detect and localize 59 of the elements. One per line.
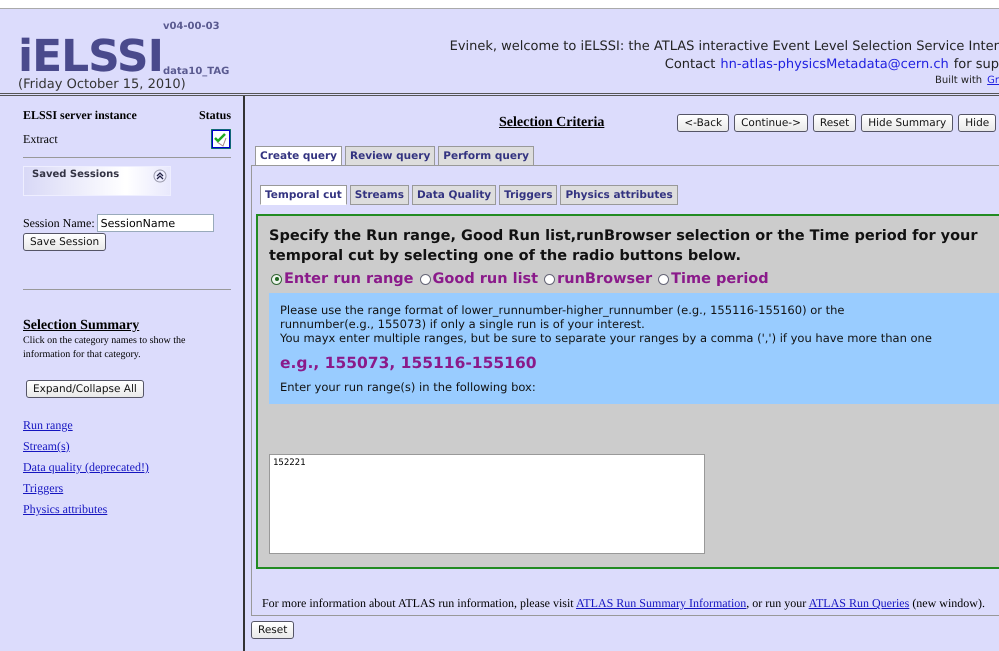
built-with-link[interactable]: Gr bbox=[987, 75, 999, 86]
radio-button[interactable] bbox=[658, 274, 670, 284]
query-tab[interactable]: Review query bbox=[345, 146, 436, 166]
built-with-label: Built with bbox=[935, 75, 982, 86]
query-tab[interactable]: Perform query bbox=[438, 146, 534, 166]
session-name-field[interactable]: SessionName bbox=[96, 214, 214, 232]
info-text: Please use the range format of lower_runnumber-higher_runnumber (e.g., 155116-155160) or the runnumber(e.g., 155073) if only a single run is of your interest. bbox=[280, 303, 846, 331]
category-link[interactable]: Stream(s) bbox=[23, 439, 231, 454]
selection-summary-heading: Selection Summary bbox=[23, 318, 140, 334]
saved-sessions-title: Saved Sessions bbox=[32, 169, 120, 182]
contact-suffix: for sup bbox=[954, 57, 999, 72]
contact-email-link[interactable]: hn-atlas-physicsMetadata@cern.ch bbox=[720, 57, 949, 72]
radio-button[interactable] bbox=[271, 274, 282, 284]
selection-criteria-title: Selection Criteria bbox=[499, 115, 604, 131]
nav-button[interactable]: Hide Summary bbox=[861, 114, 954, 132]
status-heading: Status bbox=[198, 108, 231, 123]
criteria-tab[interactable]: Triggers bbox=[499, 185, 558, 205]
radio-label[interactable]: Good run list bbox=[432, 271, 538, 287]
criteria-tab[interactable]: Streams bbox=[350, 185, 409, 205]
nav-button[interactable]: Hide bbox=[958, 114, 996, 132]
save-session-button[interactable]: Save Session bbox=[23, 233, 106, 251]
footer-text: For more information about ATLAS run information, please visit ATLAS Run Summary Information, or run your ATLAS Run Queries (new window). bbox=[262, 596, 986, 611]
radio-label[interactable]: Enter run range bbox=[284, 271, 414, 287]
run-range-field[interactable]: 152221 bbox=[269, 454, 705, 554]
criteria-tab[interactable]: Temporal cut bbox=[260, 185, 347, 205]
info-text: You mayx enter multiple ranges, but be sure to separate your ranges by a comma (',') if you have more than one bbox=[280, 331, 933, 345]
session-name-label: Session Name: bbox=[23, 216, 95, 230]
logo: iELSSI bbox=[18, 37, 163, 77]
dataset-label: data10_TAG bbox=[162, 66, 230, 77]
summary-hint: Click on the category names to show the information for that category. bbox=[23, 334, 186, 362]
run-queries-link[interactable]: ATLAS Run Queries bbox=[808, 596, 910, 610]
nav-button[interactable]: Continue-> bbox=[734, 114, 808, 132]
server-heading: ELSSI server instance bbox=[23, 108, 137, 123]
criteria-tab[interactable]: Data Quality bbox=[412, 185, 496, 205]
date-label: (Friday October 15, 2010) bbox=[18, 77, 187, 92]
query-tab[interactable]: Create query bbox=[255, 146, 342, 166]
version-label: v04-00-03 bbox=[162, 21, 221, 32]
contact-label: Contact bbox=[664, 57, 716, 72]
box-label: Enter your run range(s) in the following box: bbox=[280, 380, 537, 394]
nav-button[interactable]: Reset bbox=[812, 114, 856, 132]
saved-sessions-panel[interactable]: Saved Sessions bbox=[23, 166, 171, 196]
radio-label[interactable]: runBrowser bbox=[557, 271, 652, 287]
run-summary-link[interactable]: ATLAS Run Summary Information bbox=[576, 596, 746, 610]
category-link[interactable]: Run range bbox=[23, 418, 231, 433]
reset-button[interactable]: Reset bbox=[251, 621, 294, 639]
radio-label[interactable]: Time period bbox=[671, 271, 769, 287]
example-text: e.g., 155073, 155116-155160 bbox=[280, 354, 538, 372]
category-link[interactable]: Data quality (deprecated!) bbox=[23, 460, 231, 475]
welcome-text: Evinek, welcome to iELSSI: the ATLAS interactive Event Level Selection Service Inter bbox=[450, 39, 999, 54]
expand-collapse-button[interactable]: Expand/Collapse All bbox=[26, 380, 144, 398]
category-link[interactable]: Triggers bbox=[23, 481, 231, 496]
radio-button[interactable] bbox=[544, 274, 556, 284]
nav-button[interactable]: <-Back bbox=[677, 114, 730, 132]
criteria-tab[interactable]: Physics attributes bbox=[560, 185, 678, 205]
instance-name: Extract bbox=[23, 132, 58, 146]
collapse-icon[interactable] bbox=[153, 169, 167, 183]
instruction-text: Specify the Run range, Good Run list,runBrowser selection or the Time period for your temporal cut by selecting one of the radio buttons below. bbox=[269, 227, 979, 266]
category-link[interactable]: Physics attributes bbox=[23, 502, 231, 517]
radio-button[interactable] bbox=[420, 274, 431, 284]
